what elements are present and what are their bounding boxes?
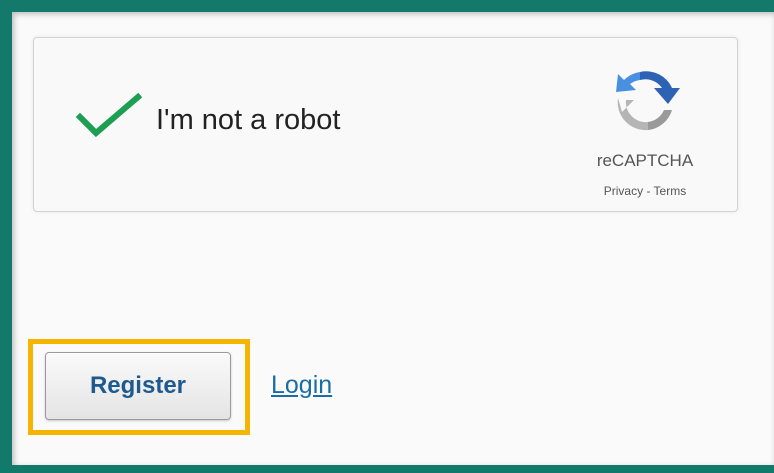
not-robot-label: I'm not a robot xyxy=(156,104,341,136)
register-button[interactable]: Register xyxy=(45,352,231,420)
login-link[interactable]: Login xyxy=(271,371,332,400)
checkmark-icon[interactable] xyxy=(74,93,144,143)
recaptcha-logo-icon xyxy=(616,71,680,131)
recaptcha-widget: I'm not a robot reCAPTCHA Privacy - Term… xyxy=(33,37,738,212)
privacy-terms-links[interactable]: Privacy - Terms xyxy=(560,184,730,198)
recaptcha-brand: reCAPTCHA xyxy=(596,151,694,170)
